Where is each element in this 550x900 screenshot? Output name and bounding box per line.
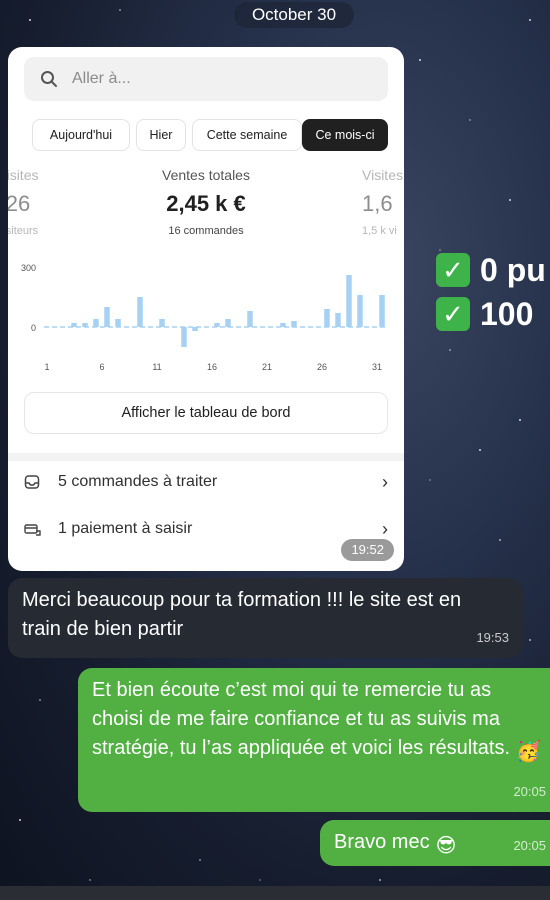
chart-bar bbox=[357, 295, 363, 327]
chart-bar bbox=[192, 327, 198, 331]
period-tabs: Aujourd'hui Hier Cette semaine Ce mois-c… bbox=[8, 119, 404, 151]
x-tick-label: 26 bbox=[317, 362, 327, 372]
task-label: 1 paiement à saisir bbox=[58, 520, 193, 537]
tab-this-month[interactable]: Ce mois-ci bbox=[302, 119, 388, 151]
metric-sub: 1,5 k vi bbox=[362, 225, 397, 237]
chevron-right-icon: › bbox=[382, 471, 388, 492]
chart-bar bbox=[214, 323, 220, 327]
side-text: 0 pu bbox=[480, 251, 546, 288]
search-input[interactable]: Aller à... bbox=[24, 57, 388, 101]
bottom-bar bbox=[0, 886, 550, 900]
payment-icon bbox=[24, 521, 46, 537]
search-icon bbox=[41, 71, 57, 87]
chevron-right-icon: › bbox=[382, 518, 388, 539]
side-line: ✓ 100 bbox=[436, 294, 550, 334]
chart-bar bbox=[280, 323, 286, 327]
metric-label: Visites bbox=[362, 167, 403, 183]
chart-bar bbox=[137, 297, 143, 327]
chart-bar bbox=[82, 323, 88, 327]
metric-label: Ventes totales bbox=[162, 167, 250, 183]
tab-this-week[interactable]: Cette semaine bbox=[192, 119, 302, 151]
metric-sub: 16 commandes bbox=[168, 225, 244, 237]
y-tick-label: 300 bbox=[21, 263, 36, 273]
metric-value: 26 bbox=[8, 191, 31, 216]
x-tick-label: 1 bbox=[44, 362, 49, 372]
date-header: October 30 bbox=[234, 2, 354, 28]
side-caption: ✓ 0 pu ✓ 100 bbox=[436, 250, 550, 340]
task-orders-to-process[interactable]: 5 commandes à traiter › bbox=[24, 462, 388, 502]
message-text: Et bien écoute c’est moi qui te remercie… bbox=[92, 676, 542, 767]
chart-bar bbox=[346, 275, 352, 327]
metric-value: 2,45 k € bbox=[166, 191, 246, 216]
side-text: 100 bbox=[480, 295, 534, 332]
x-tick-label: 6 bbox=[99, 362, 104, 372]
chart-bar bbox=[247, 311, 253, 327]
task-payment-to-capture[interactable]: 1 paiement à saisir › bbox=[24, 509, 388, 549]
chart-bar bbox=[159, 319, 165, 327]
x-tick-label: 21 bbox=[262, 362, 272, 372]
chart-bar bbox=[379, 295, 385, 327]
message-time: 19:53 bbox=[476, 630, 509, 645]
message-text: Bravo mec 😎 bbox=[334, 828, 536, 861]
metric-label: Visites bbox=[8, 167, 39, 183]
chart-bar bbox=[291, 321, 297, 327]
message-text-body: Bravo mec bbox=[334, 831, 430, 853]
sunglasses-face-icon: 😎 bbox=[435, 835, 457, 857]
chart-bar bbox=[335, 313, 341, 327]
chart-bar bbox=[93, 319, 99, 327]
chart-bar bbox=[225, 319, 231, 327]
message-time: 20:05 bbox=[513, 784, 546, 799]
check-icon: ✓ bbox=[436, 297, 470, 331]
y-tick-label: 0 bbox=[31, 323, 36, 333]
message-text-body: Et bien écoute c’est moi qui te remercie… bbox=[92, 679, 510, 759]
side-line: ✓ 0 pu bbox=[436, 250, 550, 290]
x-tick-label: 31 bbox=[372, 362, 382, 372]
x-tick-label: 11 bbox=[152, 362, 161, 372]
metric-value: 1,6 bbox=[362, 191, 393, 216]
chart-bar bbox=[104, 307, 110, 327]
chart-bar bbox=[71, 323, 77, 327]
outgoing-message[interactable]: Et bien écoute c’est moi qui te remercie… bbox=[78, 668, 550, 812]
task-label: 5 commandes à traiter bbox=[58, 473, 218, 490]
metric-visits-left: Visites 26 visiteurs bbox=[8, 167, 58, 237]
message-time: 20:05 bbox=[513, 838, 546, 853]
message-text: Merci beaucoup pour ta formation !!! le … bbox=[22, 589, 462, 640]
metric-total-sales: Ventes totales 2,45 k € 16 commandes bbox=[126, 167, 286, 237]
incoming-message[interactable]: Merci beaucoup pour ta formation !!! le … bbox=[8, 578, 523, 658]
metric-visits-right: Visites 1,6 1,5 k vi bbox=[362, 167, 404, 237]
sales-bar-chart: 30001 6 11 16 21 26 31 bbox=[21, 263, 386, 372]
inbox-icon bbox=[24, 474, 46, 490]
check-icon: ✓ bbox=[436, 253, 470, 287]
chart-bar bbox=[181, 327, 187, 347]
tab-today[interactable]: Aujourd'hui bbox=[32, 119, 130, 151]
party-face-icon: 🥳 bbox=[516, 741, 541, 763]
outgoing-message[interactable]: Bravo mec 😎 20:05 bbox=[320, 820, 550, 866]
search-placeholder: Aller à... bbox=[72, 70, 131, 87]
x-tick-label: 16 bbox=[207, 362, 217, 372]
section-divider bbox=[8, 453, 404, 461]
dashboard-button[interactable]: Afficher le tableau de bord bbox=[24, 392, 388, 434]
chart-bar bbox=[324, 309, 330, 327]
message-time: 19:52 bbox=[341, 539, 394, 561]
metrics-carousel[interactable]: Visites 26 visiteurs Ventes totales 2,45… bbox=[8, 167, 404, 243]
shop-stats-card: Aller à... Aujourd'hui Hier Cette semain… bbox=[8, 47, 404, 571]
metric-sub: visiteurs bbox=[8, 225, 39, 237]
chart-bar bbox=[115, 319, 121, 327]
tab-yesterday[interactable]: Hier bbox=[136, 119, 186, 151]
